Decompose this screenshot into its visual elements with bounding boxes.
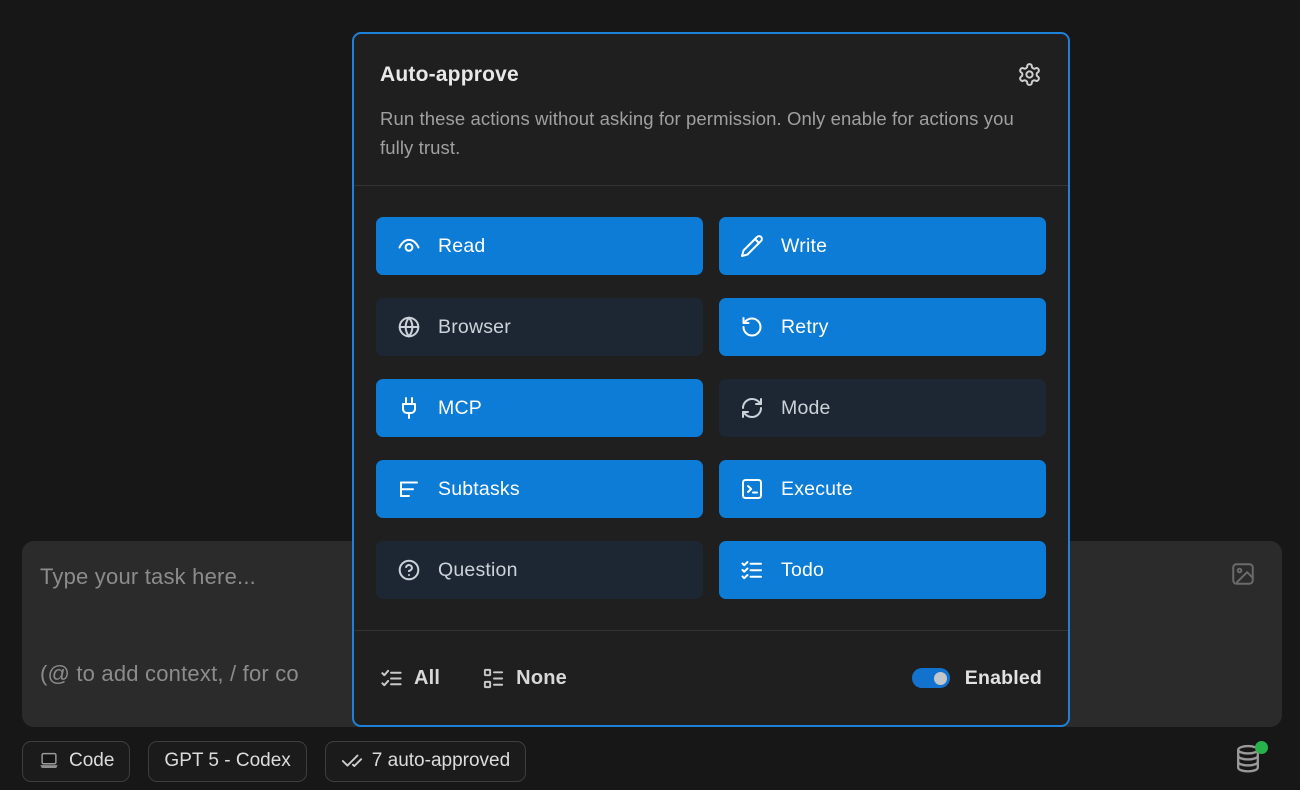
question-icon	[397, 558, 421, 582]
auto-approved-button[interactable]: 7 auto-approved	[325, 741, 526, 782]
action-label: Subtasks	[438, 478, 520, 501]
checklist-icon	[740, 558, 764, 582]
action-label: Read	[438, 235, 485, 258]
modal-footer: All None Enabled	[354, 631, 1068, 725]
modal-header: Auto-approve Run these actions without a…	[354, 34, 1068, 185]
auto-approved-label: 7 auto-approved	[372, 750, 510, 772]
model-selector-button[interactable]: GPT 5 - Codex	[148, 741, 306, 782]
action-label: Retry	[781, 316, 829, 339]
database-status-button[interactable]	[1234, 744, 1264, 776]
toggle-switch-on[interactable]	[912, 668, 950, 688]
action-label: Write	[781, 235, 827, 258]
select-all-button[interactable]: All	[380, 667, 440, 690]
eye-icon	[397, 234, 421, 258]
actions-grid: Read Write Browser Retry MCP Mode Subtasks Exec…	[354, 186, 1068, 630]
attach-image-icon[interactable]	[1230, 561, 1256, 587]
action-todo-button[interactable]: Todo	[719, 541, 1046, 599]
sync-icon	[740, 396, 764, 420]
enabled-toggle[interactable]: Enabled	[912, 667, 1042, 690]
modal-title: Auto-approve	[380, 63, 519, 87]
status-dot-green	[1255, 741, 1268, 754]
action-label: Browser	[438, 316, 511, 339]
action-browser-button[interactable]: Browser	[376, 298, 703, 356]
action-mode-button[interactable]: Mode	[719, 379, 1046, 437]
action-write-button[interactable]: Write	[719, 217, 1046, 275]
status-bar: Code GPT 5 - Codex 7 auto-approved	[0, 740, 1300, 782]
action-subtasks-button[interactable]: Subtasks	[376, 460, 703, 518]
pencil-icon	[740, 234, 764, 258]
select-none-button[interactable]: None	[482, 667, 567, 690]
layout-list-icon	[482, 667, 505, 690]
action-label: Todo	[781, 559, 824, 582]
list-tree-icon	[397, 477, 421, 501]
action-retry-button[interactable]: Retry	[719, 298, 1046, 356]
mode-code-label: Code	[69, 750, 114, 772]
select-none-label: None	[516, 667, 567, 690]
laptop-icon	[38, 750, 60, 772]
action-label: Execute	[781, 478, 853, 501]
check-check-icon	[341, 750, 363, 772]
plug-icon	[397, 396, 421, 420]
gear-icon[interactable]	[1017, 62, 1042, 87]
rotate-icon	[740, 315, 764, 339]
terminal-icon	[740, 477, 764, 501]
modal-description: Run these actions without asking for per…	[380, 104, 1030, 162]
model-label: GPT 5 - Codex	[164, 750, 290, 772]
action-label: Mode	[781, 397, 831, 420]
list-checks-icon	[380, 667, 403, 690]
auto-approve-modal: Auto-approve Run these actions without a…	[352, 32, 1070, 727]
globe-icon	[397, 315, 421, 339]
action-execute-button[interactable]: Execute	[719, 460, 1046, 518]
mode-code-button[interactable]: Code	[22, 741, 130, 782]
action-label: MCP	[438, 397, 482, 420]
action-label: Question	[438, 559, 518, 582]
select-all-label: All	[414, 667, 440, 690]
composer-placeholder: Type your task here...	[40, 564, 256, 590]
action-read-button[interactable]: Read	[376, 217, 703, 275]
enabled-label: Enabled	[965, 667, 1042, 690]
action-question-button[interactable]: Question	[376, 541, 703, 599]
action-mcp-button[interactable]: MCP	[376, 379, 703, 437]
toggle-knob	[934, 672, 947, 685]
composer-hint: (@ to add context, / for co	[40, 661, 299, 687]
